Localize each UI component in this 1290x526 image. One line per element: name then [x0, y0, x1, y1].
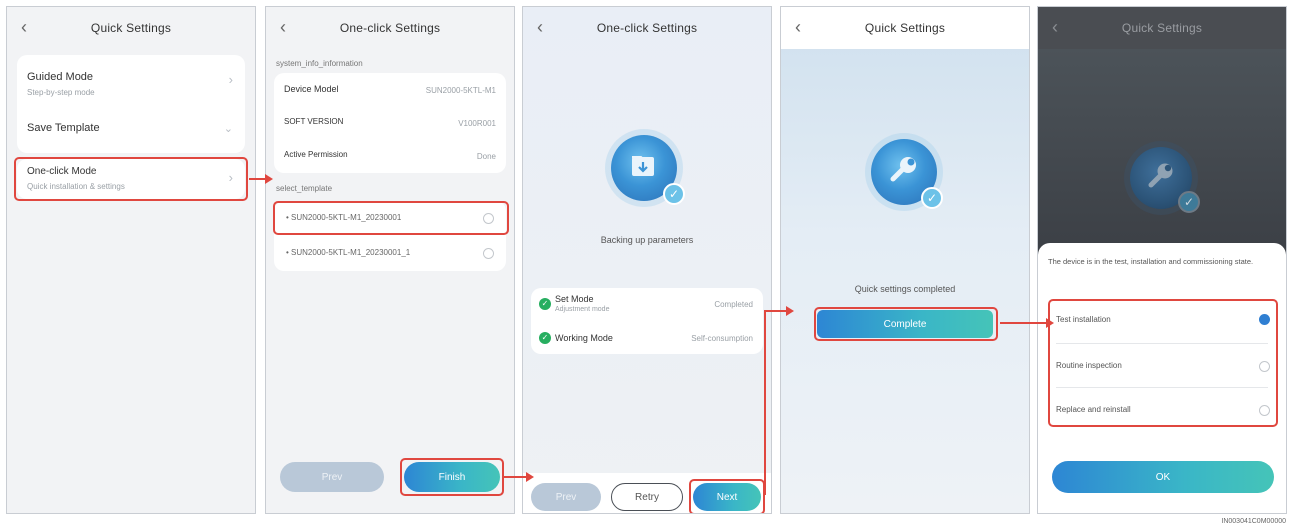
- chevron-left-icon[interactable]: ‹: [537, 17, 543, 37]
- radio-icon: [483, 248, 494, 259]
- page-title: One-click Settings: [596, 21, 698, 35]
- template-name: • SUN2000-5KTL-M1_20230001_1: [286, 248, 411, 257]
- bottom-sheet: The device is in the test, installation …: [1038, 243, 1286, 513]
- info-value: SUN2000-5KTL-M1: [425, 86, 496, 95]
- screen-one-click-settings: ‹ One-click Settings system_info_informa…: [265, 6, 515, 514]
- mode-card: Guided Mode Step-by-step mode › Save Tem…: [17, 55, 245, 153]
- highlight-template: [273, 201, 509, 235]
- screen-installation-type-sheet: ‹ Quick Settings ✓ The device is in the …: [1037, 6, 1287, 514]
- save-template-label: Save Template: [27, 122, 100, 134]
- title-bar: ‹ Quick Settings: [781, 7, 1029, 49]
- info-label: Active Permission: [284, 150, 348, 159]
- result-row: ✓ Set Mode Adjustment mode Completed: [531, 288, 763, 321]
- chevron-left-icon[interactable]: ‹: [795, 17, 801, 37]
- flow-arrow-head: [1046, 318, 1054, 328]
- guided-mode-label: Guided Mode: [27, 71, 94, 83]
- flow-arrow-head: [786, 306, 794, 316]
- template-option[interactable]: • SUN2000-5KTL-M1_20230001_1: [274, 236, 506, 271]
- result-value: Completed: [714, 300, 753, 309]
- flow-arrow: [764, 310, 786, 312]
- check-icon: ✓: [921, 187, 943, 209]
- title-bar: ‹ One-click Settings: [523, 7, 771, 49]
- result-row: ✓ Working Mode Self-consumption: [531, 321, 763, 354]
- success-check-icon: ✓: [539, 332, 551, 344]
- prev-button[interactable]: Prev: [531, 483, 601, 511]
- highlight-complete: [814, 307, 998, 341]
- info-value: Done: [476, 152, 496, 161]
- guided-mode-item[interactable]: Guided Mode Step-by-step mode ›: [17, 55, 245, 107]
- highlight-options: [1048, 299, 1278, 427]
- flow-arrow-head: [265, 174, 273, 184]
- guided-mode-sub: Step-by-step mode: [27, 88, 95, 97]
- page-title: Quick Settings: [1121, 21, 1203, 35]
- chevron-down-icon: ⌄: [223, 123, 233, 135]
- flow-arrow: [249, 178, 265, 180]
- sheet-description: The device is in the test, installation …: [1048, 257, 1254, 266]
- result-sub: Adjustment mode: [555, 306, 610, 313]
- prev-button[interactable]: Prev: [280, 462, 384, 492]
- page-title: One-click Settings: [339, 21, 441, 35]
- chevron-left-icon[interactable]: ‹: [21, 17, 27, 37]
- highlight-one-click-mode: [14, 157, 248, 201]
- screen-settings-completed: ‹ Quick Settings ✓ Quick settings comple…: [780, 6, 1030, 514]
- save-template-item[interactable]: Save Template ⌄: [17, 107, 245, 153]
- screen-one-click-backup: ‹ One-click Settings ✓ Backing up parame…: [522, 6, 772, 514]
- figure-id: IN003041C0M00000: [1221, 518, 1286, 525]
- result-label: Set Mode: [555, 294, 594, 304]
- page-title: Quick Settings: [90, 21, 172, 35]
- flow-arrow: [504, 476, 526, 478]
- completed-status-text: Quick settings completed: [854, 284, 956, 294]
- flow-arrow: [764, 310, 766, 495]
- backup-status-text: Backing up parameters: [600, 235, 694, 245]
- section-label-select-template: select_template: [276, 184, 333, 193]
- flow-arrow-head: [526, 472, 534, 482]
- ok-button[interactable]: OK: [1052, 461, 1274, 493]
- highlight-next: [689, 479, 765, 513]
- info-row: SOFT VERSION V100R001: [274, 106, 506, 139]
- flow-arrow: [1000, 322, 1046, 324]
- check-icon: ✓: [1178, 191, 1200, 213]
- info-label: Device Model: [284, 84, 339, 94]
- success-check-icon: ✓: [539, 298, 551, 310]
- title-bar: ‹ Quick Settings: [1038, 7, 1286, 49]
- info-row: Active Permission Done: [274, 139, 506, 172]
- info-label: SOFT VERSION: [284, 117, 344, 126]
- section-label-system-info: system_info_information: [276, 59, 363, 68]
- chevron-left-icon[interactable]: ‹: [280, 17, 286, 37]
- retry-button[interactable]: Retry: [611, 483, 683, 511]
- info-row: Device Model SUN2000-5KTL-M1: [274, 73, 506, 106]
- highlight-finish: [400, 458, 504, 496]
- system-info-card: Device Model SUN2000-5KTL-M1 SOFT VERSIO…: [274, 73, 506, 173]
- title-bar: ‹ Quick Settings: [7, 7, 255, 49]
- chevron-right-icon: ›: [228, 72, 233, 87]
- result-card: ✓ Set Mode Adjustment mode Completed ✓ W…: [531, 288, 763, 354]
- result-value: Self-consumption: [691, 334, 753, 343]
- screen-quick-settings: ‹ Quick Settings Guided Mode Step-by-ste…: [6, 6, 256, 514]
- result-label: Working Mode: [555, 333, 613, 343]
- chevron-left-icon[interactable]: ‹: [1052, 17, 1058, 37]
- check-icon: ✓: [663, 183, 685, 205]
- title-bar: ‹ One-click Settings: [266, 7, 514, 49]
- info-value: V100R001: [458, 119, 496, 128]
- page-title: Quick Settings: [864, 21, 946, 35]
